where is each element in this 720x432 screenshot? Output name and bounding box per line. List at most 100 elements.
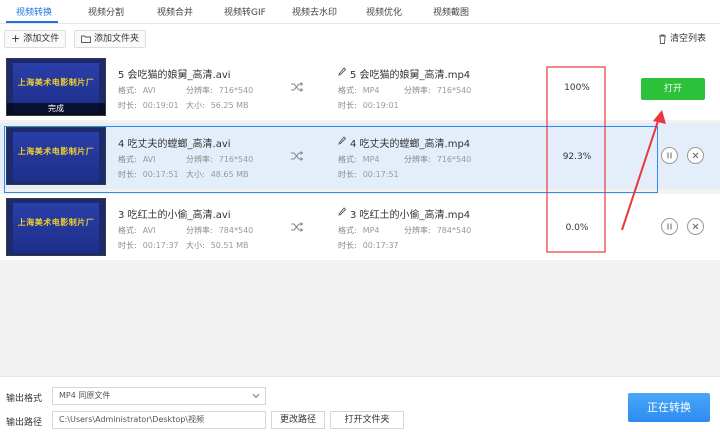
shuffle-icon	[291, 151, 304, 161]
label: 时长:	[338, 101, 357, 110]
output-format: 格式: MP4	[338, 154, 380, 165]
value: 00:17:51	[362, 170, 399, 179]
tab-video-optimize[interactable]: 视频优化	[366, 5, 402, 18]
source-filename: 4 吃丈夫的螳螂_高清.avi	[118, 139, 231, 150]
source-duration: 时长: 00:19:01	[118, 100, 179, 111]
source-filename: 5 会吃猫的娘舅_高清.avi	[118, 70, 231, 81]
value: 784*540	[436, 226, 472, 235]
output-format: 格式: MP4	[338, 225, 380, 236]
label: 时长:	[338, 170, 357, 179]
file-list: 上海美术电影制片厂 完成 5 会吃猫的娘舅_高清.avi 格式: AVI 分辨率:…	[0, 54, 720, 376]
edit-icon[interactable]	[338, 136, 346, 145]
label: 格式:	[118, 226, 137, 235]
value: AVI	[142, 226, 156, 235]
output-format-label: 输出格式	[6, 394, 43, 404]
value: 716*540	[218, 86, 254, 95]
label: 分辨率:	[186, 155, 213, 164]
convert-button[interactable]: 正在转换	[628, 393, 710, 422]
label: 时长:	[118, 241, 137, 250]
progress-percent: 0.0%	[565, 223, 589, 233]
thumbnail-status: 完成	[7, 103, 105, 115]
label: 时长:	[338, 241, 357, 250]
value: 00:17:51	[142, 170, 179, 179]
source-resolution: 分辨率: 716*540	[186, 85, 253, 96]
label: 分辨率:	[186, 226, 213, 235]
remove-button[interactable]	[687, 218, 704, 235]
folder-icon	[81, 35, 91, 43]
label: 分辨率:	[404, 226, 431, 235]
change-path-button[interactable]: 更改路径	[271, 411, 325, 429]
pause-icon	[667, 152, 672, 159]
value: 716*540	[436, 155, 472, 164]
value: MP4	[362, 226, 380, 235]
value: 716*540	[218, 155, 254, 164]
clear-list-button[interactable]: 清空列表	[658, 30, 706, 48]
remove-button[interactable]	[687, 147, 704, 164]
label: 分辨率:	[404, 86, 431, 95]
tab-video-screenshot[interactable]: 视频截图	[433, 5, 469, 18]
add-file-button[interactable]: + 添加文件	[4, 30, 67, 48]
output-format-value: MP4 同原文件	[59, 391, 111, 400]
source-format: 格式: AVI	[118, 225, 156, 236]
file-row[interactable]: 上海美术电影制片厂 完成 5 会吃猫的娘舅_高清.avi 格式: AVI 分辨率:…	[0, 54, 720, 120]
value: 784*540	[218, 226, 254, 235]
add-folder-button[interactable]: 添加文件夹	[74, 30, 147, 48]
label: 大小:	[186, 170, 205, 179]
add-folder-label: 添加文件夹	[94, 34, 140, 44]
open-button[interactable]: 打开	[641, 78, 705, 100]
output-duration: 时长: 00:17:51	[338, 169, 399, 180]
label: 格式:	[338, 86, 357, 95]
value: 48.65 MB	[210, 170, 249, 179]
output-format: 格式: MP4	[338, 85, 380, 96]
shuffle-icon	[291, 222, 304, 232]
video-thumbnail: 上海美术电影制片厂 完成	[6, 58, 106, 116]
value: 00:19:01	[362, 101, 399, 110]
label: 格式:	[118, 86, 137, 95]
close-icon	[692, 152, 699, 159]
output-filename: 3 吃红土的小偷_高清.mp4	[350, 210, 471, 221]
pause-icon	[667, 223, 672, 230]
edit-icon[interactable]	[338, 67, 346, 76]
label: 大小:	[186, 101, 205, 110]
value: MP4	[362, 155, 380, 164]
output-format-select[interactable]: MP4 同原文件	[52, 387, 266, 405]
thumbnail-title: 上海美术电影制片厂	[17, 78, 95, 87]
value: 00:17:37	[142, 241, 179, 250]
output-duration: 时长: 00:19:01	[338, 100, 399, 111]
open-folder-button[interactable]: 打开文件夹	[330, 411, 404, 429]
file-row[interactable]: 上海美术电影制片厂 3 吃红土的小偷_高清.avi 格式: AVI 分辨率: 784…	[0, 194, 720, 260]
source-size: 大小: 56.25 MB	[186, 100, 249, 111]
thumbnail-title: 上海美术电影制片厂	[17, 218, 95, 227]
add-file-label: 添加文件	[23, 34, 60, 44]
output-path-field[interactable]: C:\Users\Administrator\Desktop\视频	[52, 411, 266, 429]
clear-list-label: 清空列表	[670, 34, 707, 44]
thumbnail-frame	[13, 132, 99, 182]
file-row[interactable]: 上海美术电影制片厂 4 吃丈夫的螳螂_高清.avi 格式: AVI 分辨率: 716…	[0, 123, 720, 189]
thumbnail-frame	[13, 203, 99, 253]
value: AVI	[142, 155, 156, 164]
label: 时长:	[118, 170, 137, 179]
output-settings-bar: 输出格式 MP4 同原文件 输出路径 C:\Users\Administrato…	[0, 376, 720, 432]
tab-bar: 视频转换 视频分割 视频合并 视频转GIF 视频去水印 视频优化 视频截图	[0, 0, 720, 24]
tab-video-merge[interactable]: 视频合并	[157, 5, 193, 18]
pause-button[interactable]	[661, 147, 678, 164]
chevron-down-icon	[252, 393, 260, 399]
edit-icon[interactable]	[338, 207, 346, 216]
output-duration: 时长: 00:17:37	[338, 240, 399, 251]
label: 分辨率:	[186, 86, 213, 95]
label: 格式:	[338, 226, 357, 235]
tab-video-split[interactable]: 视频分割	[88, 5, 124, 18]
tab-video-watermark[interactable]: 视频去水印	[292, 5, 337, 18]
thumbnail-title: 上海美术电影制片厂	[17, 147, 95, 156]
label: 分辨率:	[404, 155, 431, 164]
output-resolution: 分辨率: 716*540	[404, 154, 471, 165]
value: 56.25 MB	[210, 101, 249, 110]
label: 格式:	[118, 155, 137, 164]
output-resolution: 分辨率: 716*540	[404, 85, 471, 96]
source-format: 格式: AVI	[118, 154, 156, 165]
tab-video-to-gif[interactable]: 视频转GIF	[224, 5, 266, 18]
shuffle-icon	[291, 82, 304, 92]
toolbar: + 添加文件 添加文件夹 清空列表	[0, 28, 720, 50]
pause-button[interactable]	[661, 218, 678, 235]
tab-video-convert[interactable]: 视频转换	[16, 5, 52, 18]
